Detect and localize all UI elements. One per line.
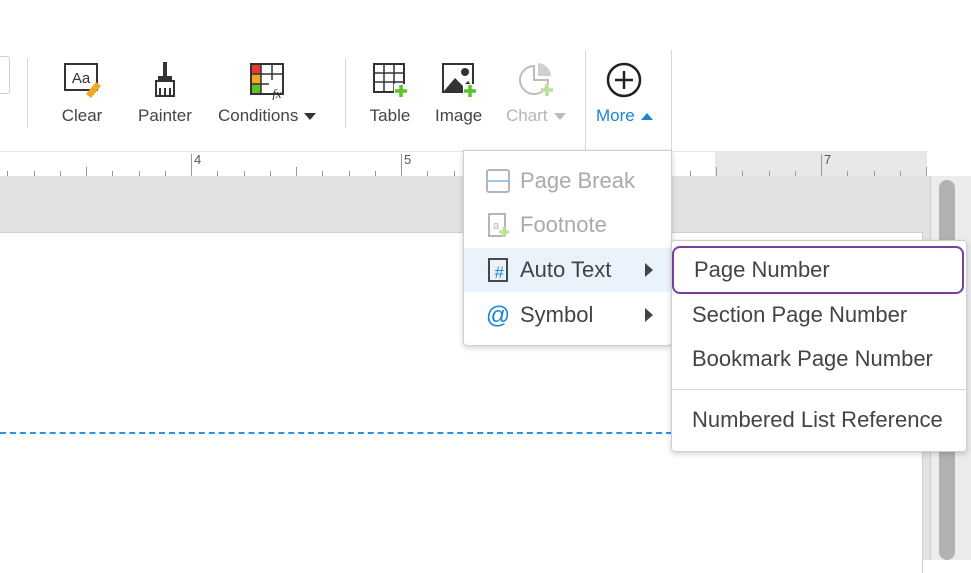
clear-format-icon: Aa	[60, 58, 104, 102]
chevron-down-icon	[304, 112, 317, 120]
more-dropdown-menu: Page Break a Footnote # Auto Text @ Symb…	[463, 150, 672, 346]
paintbrush-icon	[143, 58, 187, 102]
submenu-item-bookmark-page-number[interactable]: Bookmark Page Number	[672, 337, 966, 381]
conditional-format-icon: fx	[245, 58, 289, 102]
svg-text:fx: fx	[272, 86, 282, 100]
page-break-guide	[0, 432, 672, 434]
menu-divider	[672, 389, 966, 390]
ruler-tick	[296, 167, 297, 176]
ribbon-toolbar: Aa Clear Painter fx Conditions Table Ima…	[0, 50, 971, 151]
more-button[interactable]: More	[596, 58, 653, 126]
ruler-tick	[716, 167, 717, 176]
chevron-up-icon	[640, 112, 653, 120]
ruler-tick	[191, 154, 192, 176]
ruler-tick	[926, 167, 927, 176]
table-label: Table	[369, 106, 411, 125]
image-add-icon	[437, 58, 481, 102]
svg-text:a: a	[493, 220, 500, 232]
svg-text:#: #	[494, 263, 504, 282]
conditions-button[interactable]: fx Conditions	[218, 58, 317, 126]
ruler-tick	[401, 154, 402, 176]
submenu-item-numbered-list-reference[interactable]: Numbered List Reference	[672, 398, 966, 442]
pie-chart-add-icon	[514, 58, 558, 102]
painter-button[interactable]: Painter	[138, 58, 192, 126]
chevron-right-icon	[645, 308, 653, 322]
conditions-label: Conditions	[218, 106, 317, 126]
painter-label: Painter	[138, 106, 192, 125]
page-break-icon	[484, 167, 512, 195]
insert-image-button[interactable]: Image	[435, 58, 482, 126]
menu-item-symbol[interactable]: @ Symbol	[464, 293, 671, 337]
ribbon-separator	[27, 58, 28, 128]
insert-table-button[interactable]: Table	[368, 58, 412, 126]
svg-text:@: @	[486, 302, 510, 328]
ribbon-separator	[345, 58, 346, 128]
font-size-input[interactable]	[0, 56, 10, 94]
svg-text:Aa: Aa	[72, 70, 91, 87]
menu-item-auto-text[interactable]: # Auto Text	[464, 248, 671, 292]
clear-label: Clear	[61, 106, 103, 125]
menu-item-label: Page Break	[520, 168, 635, 193]
insert-chart-button[interactable]: Chart	[506, 58, 566, 126]
menu-item-label: Symbol	[520, 302, 594, 327]
ruler-number: 4	[194, 152, 202, 167]
auto-text-icon: #	[484, 256, 512, 284]
chevron-down-icon	[553, 112, 566, 120]
auto-text-submenu: Page Number Section Page Number Bookmark…	[671, 240, 967, 452]
menu-item-label: Footnote	[520, 212, 607, 237]
chevron-right-icon	[645, 263, 653, 277]
chart-label: Chart	[506, 106, 566, 126]
menu-item-label: Auto Text	[520, 257, 612, 282]
plus-circle-icon	[602, 58, 646, 102]
menu-item-footnote[interactable]: a Footnote	[464, 203, 671, 247]
ruler-number: 5	[404, 152, 412, 167]
at-sign-icon: @	[484, 301, 512, 329]
ruler-number: 7	[824, 152, 832, 167]
submenu-item-section-page-number[interactable]: Section Page Number	[672, 293, 966, 337]
image-label: Image	[435, 106, 483, 125]
menu-item-page-break[interactable]: Page Break	[464, 159, 671, 203]
footnote-icon: a	[484, 211, 512, 239]
submenu-item-page-number[interactable]: Page Number	[672, 246, 964, 294]
table-add-icon	[368, 58, 412, 102]
ruler-tick	[821, 154, 822, 176]
ruler-tick	[86, 167, 87, 176]
more-label: More	[596, 106, 653, 126]
clear-button[interactable]: Aa Clear	[60, 58, 104, 126]
